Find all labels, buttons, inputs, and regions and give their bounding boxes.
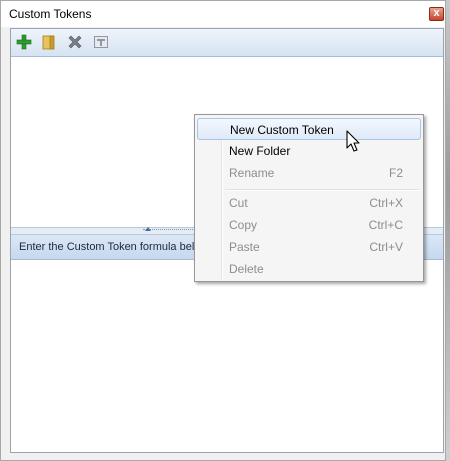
close-icon: x [433,7,440,19]
menu-item-delete[interactable]: Delete [197,258,421,280]
add-icon[interactable] [16,34,32,50]
menu-item-copy[interactable]: Copy Ctrl+C [197,214,421,236]
menu-item-label: Copy [229,218,258,232]
menu-item-rename[interactable]: Rename F2 [197,162,421,184]
window-title: Custom Tokens [9,7,92,21]
menu-item-label: New Folder [229,144,291,158]
close-button[interactable]: x [429,7,444,21]
menu-item-shortcut: Ctrl+X [369,196,403,210]
menu-item-cut[interactable]: Cut Ctrl+X [197,192,421,214]
menu-item-label: Paste [229,240,260,254]
formula-editor[interactable] [11,260,443,452]
menu-item-shortcut: Ctrl+C [368,218,403,232]
menu-item-label: Rename [229,166,275,180]
desktop-background [446,0,450,461]
context-menu: New Custom Token New Folder Rename F2 Cu… [194,114,424,282]
menu-item-label: Delete [229,262,264,276]
menu-item-label: New Custom Token [230,123,334,137]
menu-separator [225,189,419,191]
mouse-cursor-icon [346,130,360,152]
menu-item-shortcut: Ctrl+V [369,240,403,254]
text-token-icon[interactable] [93,34,109,50]
delete-icon[interactable] [67,34,83,50]
menu-item-shortcut: F2 [388,166,403,180]
menu-item-new-custom-token[interactable]: New Custom Token [197,118,421,140]
menu-item-new-folder[interactable]: New Folder [197,140,421,162]
menu-item-paste[interactable]: Paste Ctrl+V [197,236,421,258]
folder-icon[interactable] [41,34,57,50]
formula-hint: Enter the Custom Token formula belo [19,241,201,253]
toolbar [11,29,443,57]
menu-item-label: Cut [229,196,248,210]
splitter-arrow-icon[interactable] [145,227,151,231]
title-bar[interactable]: Custom Tokens x [1,1,445,27]
